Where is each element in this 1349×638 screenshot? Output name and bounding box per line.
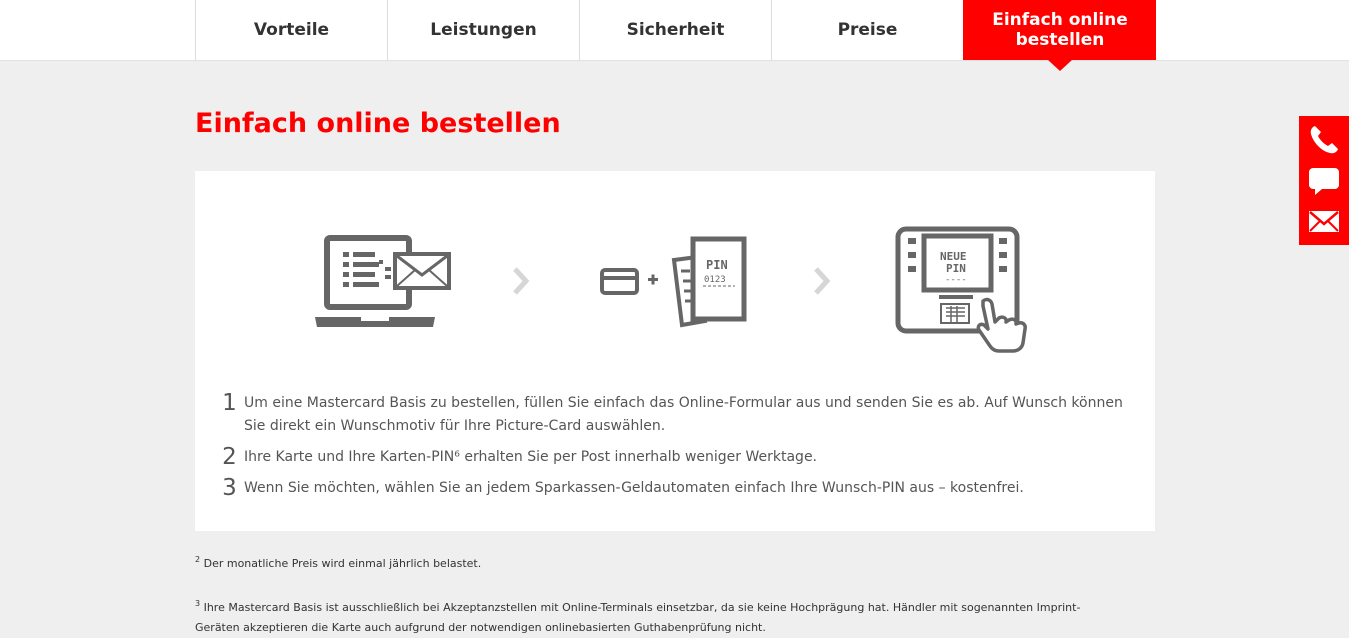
mail-icon (1309, 211, 1339, 232)
top-navigation: Vorteile Leistungen Sicherheit Preise Ei… (0, 0, 1349, 71)
list-item: 1 Um eine Mastercard Basis zu bestellen,… (215, 390, 1125, 438)
chevron-right-icon (814, 267, 831, 295)
card-and-pin-letter-icon: PIN 0123 (600, 236, 747, 328)
step-number: 1 (222, 390, 237, 416)
tab-leistungen[interactable]: Leistungen (387, 0, 579, 60)
chat-button[interactable] (1299, 161, 1349, 201)
chevron-right-icon (513, 267, 530, 295)
atm-text-dashes: ---- (945, 275, 967, 285)
tab-vorteile[interactable]: Vorteile (195, 0, 387, 60)
step-number: 3 (222, 475, 237, 501)
footnote: 3 Ihre Mastercard Basis ist ausschließli… (195, 598, 1115, 638)
tab-preise[interactable]: Preise (771, 0, 963, 60)
step-text: Ihre Karte und Ihre Karten-PIN⁶ erhalten… (244, 449, 818, 465)
footnote: 2 Der monatliche Preis wird einmal jährl… (195, 554, 1115, 574)
steps-list: 1 Um eine Mastercard Basis zu bestellen,… (215, 390, 1125, 509)
ordering-steps-card: PIN 0123 NEUE PIN ---- 1 Um eine Masterc… (195, 171, 1155, 531)
footnote-mark: 2 (195, 555, 201, 564)
tab-sicherheit[interactable]: Sicherheit (579, 0, 771, 60)
step-text: Um eine Mastercard Basis zu bestellen, f… (244, 395, 1123, 434)
contact-sidebar (1299, 116, 1349, 245)
atm-text-pin: PIN (946, 262, 966, 275)
step-number: 2 (222, 444, 237, 470)
step-text: Wenn Sie möchten, wählen Sie an jedem Sp… (244, 480, 1024, 496)
page-title: Einfach online bestellen (195, 108, 561, 139)
pin-label: PIN (706, 258, 728, 272)
phone-button[interactable] (1299, 120, 1349, 160)
pin-digits: 0123 (704, 275, 726, 285)
tab-bar: Vorteile Leistungen Sicherheit Preise Ei… (195, 0, 1156, 71)
mail-button[interactable] (1299, 201, 1349, 241)
tab-einfach-online-bestellen[interactable]: Einfach online bestellen (963, 0, 1156, 71)
laptop-mail-icon (315, 235, 451, 327)
footnote-text: Ihre Mastercard Basis ist ausschließlich… (195, 601, 1081, 634)
footnote-mark: 3 (195, 599, 201, 608)
atm-new-pin-icon: NEUE PIN ---- (895, 226, 1027, 353)
phone-icon (1310, 126, 1338, 154)
list-item: 2 Ihre Karte und Ihre Karten-PIN⁶ erhalt… (215, 444, 1125, 470)
list-item: 3 Wenn Sie möchten, wählen Sie an jedem … (215, 475, 1125, 501)
chat-icon (1309, 168, 1339, 195)
footnote-text: Der monatliche Preis wird einmal jährlic… (203, 557, 482, 570)
